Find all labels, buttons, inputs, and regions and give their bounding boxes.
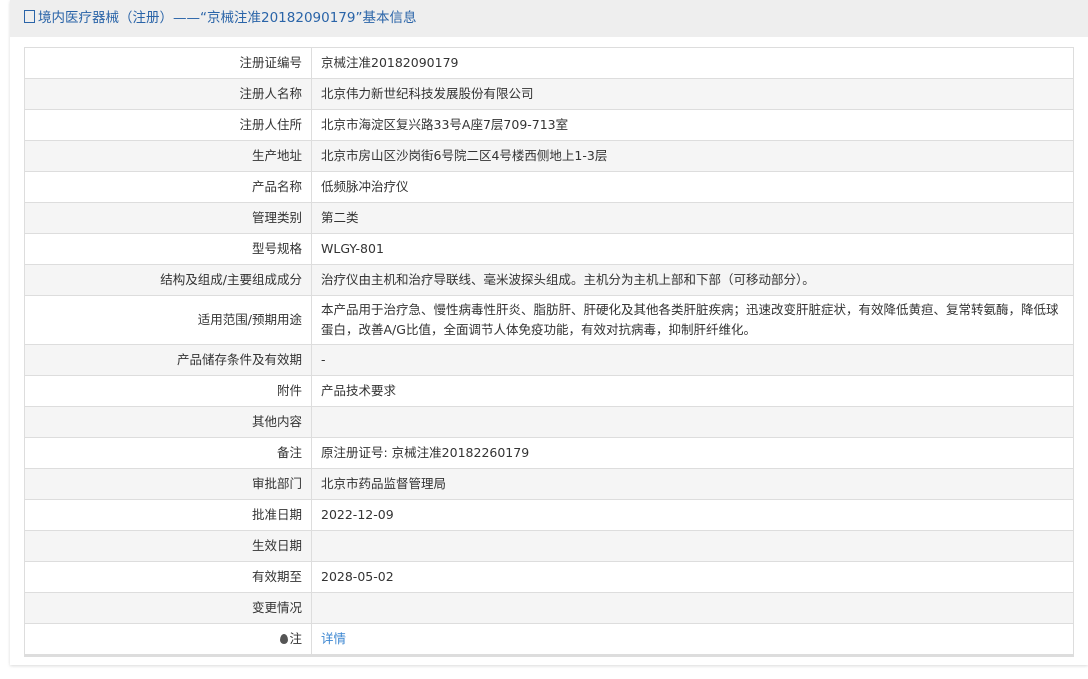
row-value: 本产品用于治疗急、慢性病毒性肝炎、脂肪肝、肝硬化及其他各类肝脏疾病；迅速改变肝脏…: [311, 295, 1074, 345]
row-value: 京械注准20182090179: [311, 47, 1074, 79]
table-row: 结构及组成/主要组成成分 治疗仪由主机和治疗导联线、毫米波探头组成。主机分为主机上…: [24, 264, 1074, 296]
table-row: 管理类别 第二类: [24, 202, 1074, 234]
row-label: 有效期至: [24, 561, 312, 593]
page-title: 境内医疗器械（注册）——“京械注准20182090179”基本信息: [38, 10, 417, 26]
table-row: 其他内容: [24, 406, 1074, 438]
table-row: 附件 产品技术要求: [24, 375, 1074, 407]
row-label: 注册人名称: [24, 78, 312, 110]
row-value: 北京市海淀区复兴路33号A座7层709-713室: [311, 109, 1074, 141]
row-label: 生效日期: [24, 530, 312, 562]
table-row: 注册证编号 京械注准20182090179: [24, 47, 1074, 79]
row-label: 审批部门: [24, 468, 312, 500]
row-value: 产品技术要求: [311, 375, 1074, 407]
note-label: 注: [289, 631, 302, 646]
table-row: 变更情况: [24, 592, 1074, 624]
row-value: 北京市药品监督管理局: [311, 468, 1074, 500]
pin-icon: [280, 634, 289, 644]
row-value: 第二类: [311, 202, 1074, 234]
row-label: 产品名称: [24, 171, 312, 203]
row-label: 附件: [24, 375, 312, 407]
row-value: -: [311, 344, 1074, 376]
table-row: 产品储存条件及有效期 -: [24, 344, 1074, 376]
row-value: 2022-12-09: [311, 499, 1074, 531]
row-value: 详情: [311, 623, 1074, 656]
row-value: WLGY-801: [311, 233, 1074, 265]
info-table: 注册证编号 京械注准20182090179 注册人名称 北京伟力新世纪科技发展股份有限…: [24, 47, 1074, 657]
row-value: 北京市房山区沙岗街6号院二区4号楼西侧地上1-3层: [311, 140, 1074, 172]
table-row: 注册人住所 北京市海淀区复兴路33号A座7层709-713室: [24, 109, 1074, 141]
row-value: 治疗仪由主机和治疗导联线、毫米波探头组成。主机分为主机上部和下部（可移动部分）。: [311, 264, 1074, 296]
table-row: 审批部门 北京市药品监督管理局: [24, 468, 1074, 500]
row-label: 其他内容: [24, 406, 312, 438]
table-row: 备注 原注册证号: 京械注准20182260179: [24, 437, 1074, 469]
row-label: 结构及组成/主要组成成分: [24, 264, 312, 296]
document-icon: [24, 10, 35, 23]
row-label: 适用范围/预期用途: [24, 295, 312, 345]
table-row: 产品名称 低频脉冲治疗仪: [24, 171, 1074, 203]
row-label: 型号规格: [24, 233, 312, 265]
row-label: 注册人住所: [24, 109, 312, 141]
details-link[interactable]: 详情: [321, 631, 346, 646]
row-label: 变更情况: [24, 592, 312, 624]
table-row: 适用范围/预期用途 本产品用于治疗急、慢性病毒性肝炎、脂肪肝、肝硬化及其他各类肝脏…: [24, 295, 1074, 345]
row-value: 原注册证号: 京械注准20182260179: [311, 437, 1074, 469]
row-label: 生产地址: [24, 140, 312, 172]
row-label: 注: [24, 623, 312, 656]
info-panel: 境内医疗器械（注册）——“京械注准20182090179”基本信息 注册证编号京…: [10, 0, 1088, 665]
table-row: 批准日期 2022-12-09: [24, 499, 1074, 531]
table-row: 有效期至 2028-05-02: [24, 561, 1074, 593]
row-value: 北京伟力新世纪科技发展股份有限公司: [311, 78, 1074, 110]
table-row: 生产地址 北京市房山区沙岗街6号院二区4号楼西侧地上1-3层: [24, 140, 1074, 172]
row-value: 2028-05-02: [311, 561, 1074, 593]
row-value: [311, 530, 1074, 562]
row-label: 备注: [24, 437, 312, 469]
row-value: [311, 592, 1074, 624]
row-label: 批准日期: [24, 499, 312, 531]
table-row: 生效日期: [24, 530, 1074, 562]
row-value: 低频脉冲治疗仪: [311, 171, 1074, 203]
table-row: 注册人名称 北京伟力新世纪科技发展股份有限公司: [24, 78, 1074, 110]
row-label: 注册证编号: [24, 47, 312, 79]
table-row: 注 详情: [24, 623, 1074, 656]
row-label: 产品储存条件及有效期: [24, 344, 312, 376]
row-label: 管理类别: [24, 202, 312, 234]
panel-header: 境内医疗器械（注册）——“京械注准20182090179”基本信息: [10, 0, 1088, 37]
table-row: 型号规格 WLGY-801: [24, 233, 1074, 265]
row-value: [311, 406, 1074, 438]
